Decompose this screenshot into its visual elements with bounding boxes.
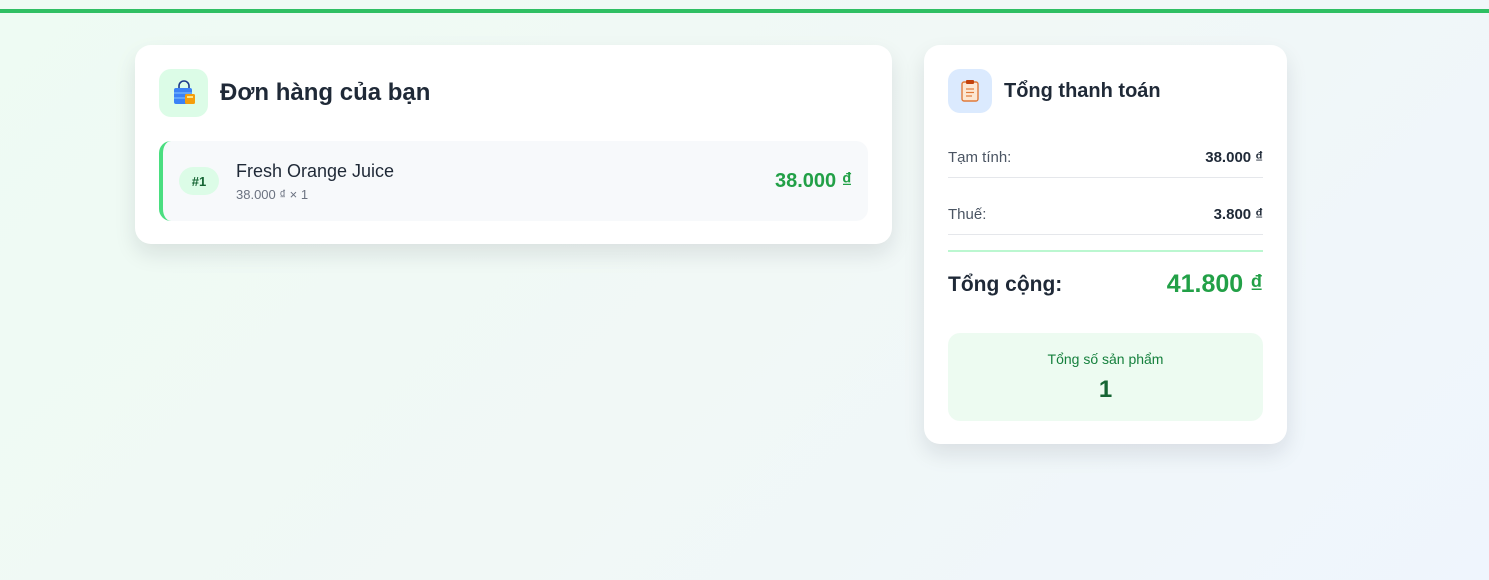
summary-header: Tổng thanh toán [948, 69, 1161, 113]
item-total-price: 38.000 ₫ [775, 170, 852, 192]
order-title: Đơn hàng của bạn [220, 79, 431, 106]
clipboard-icon [948, 69, 992, 113]
item-unit-price-quantity: 38.000 ₫ × 1 [236, 187, 309, 202]
subtotal-label: Tạm tính: [948, 149, 1012, 166]
order-card: Đơn hàng của bạn #1 Fresh Orange Juice 3… [135, 45, 892, 244]
product-count-value: 1 [1098, 376, 1113, 403]
product-count-label: Tổng số sản phẩm [1047, 351, 1164, 367]
order-header: Đơn hàng của bạn [159, 69, 430, 117]
top-accent-bar [0, 9, 1489, 13]
total-row: Tổng cộng: 41.800 ₫ [948, 270, 1263, 299]
tax-row: Thuế: 3.800 ₫ [948, 195, 1263, 235]
shopping-bag-icon [159, 69, 208, 117]
payment-summary-card: Tổng thanh toán Tạm tính: 38.000 ₫ Thuế:… [924, 45, 1287, 444]
subtotal-value: 38.000 ₫ [1205, 149, 1263, 166]
summary-title: Tổng thanh toán [1004, 79, 1161, 102]
item-name: Fresh Orange Juice [236, 161, 395, 181]
tax-value: 3.800 ₫ [1213, 206, 1263, 223]
product-count-box: Tổng số sản phẩm 1 [948, 333, 1263, 421]
total-divider [948, 250, 1263, 252]
order-item: #1 Fresh Orange Juice 38.000 ₫ × 1 38.00… [159, 141, 868, 221]
subtotal-row: Tạm tính: 38.000 ₫ [948, 138, 1263, 178]
tax-label: Thuế: [948, 206, 987, 223]
total-label: Tổng cộng: [948, 272, 1063, 296]
total-value: 41.800 ₫ [1166, 270, 1263, 298]
item-index-badge: #1 [179, 167, 219, 195]
